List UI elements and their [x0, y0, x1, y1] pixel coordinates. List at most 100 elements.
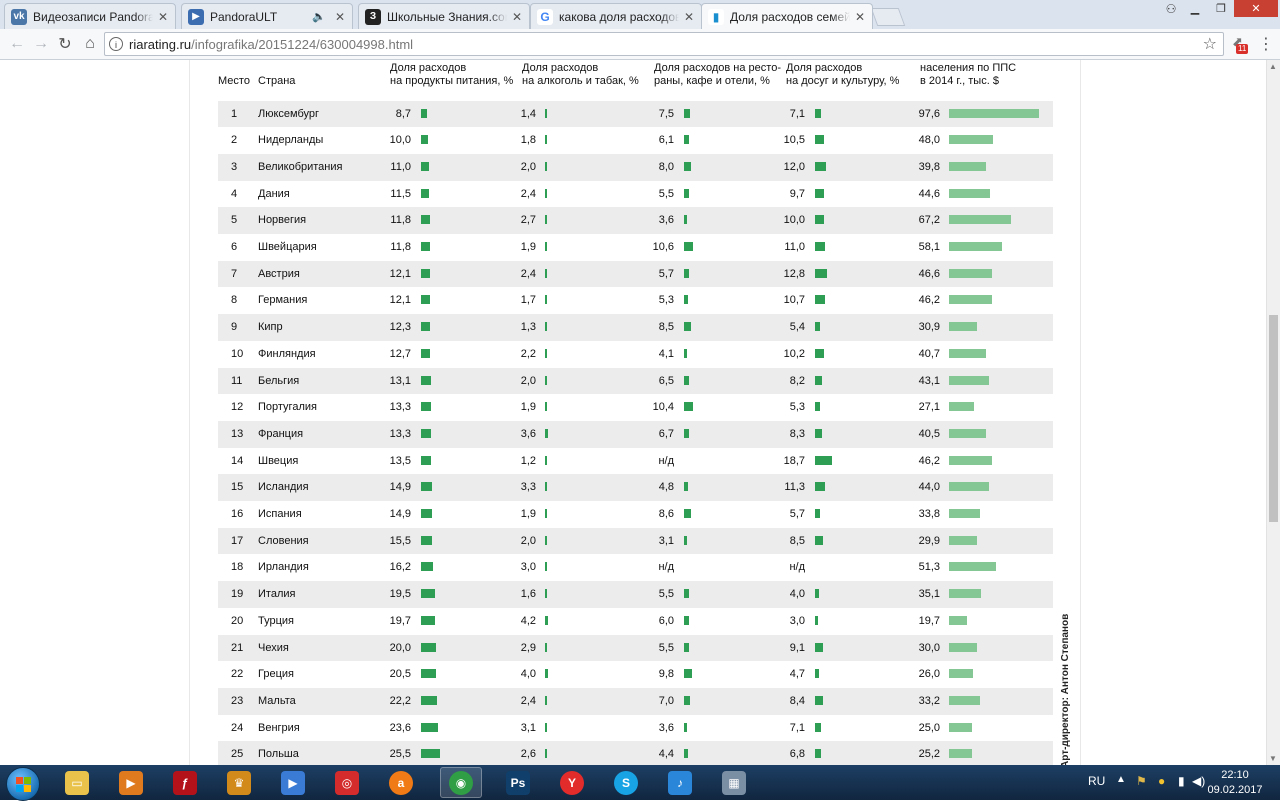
- clock[interactable]: 22:10 09.02.2017: [1205, 768, 1265, 798]
- extension-button[interactable]: ⬈ 11: [1232, 34, 1250, 54]
- bar-food: [421, 589, 436, 599]
- maximize-icon[interactable]: ❐: [1208, 0, 1234, 17]
- cell-alcohol: 2,4: [520, 187, 536, 200]
- cell-place: 17: [231, 534, 244, 547]
- taskbar-app-explorer[interactable]: ▭: [56, 767, 98, 798]
- tab-close-icon[interactable]: ✕: [334, 10, 346, 24]
- close-window-icon[interactable]: ✕: [1234, 0, 1278, 17]
- language-indicator[interactable]: RU: [1088, 774, 1105, 809]
- cell-gdp: 67,2: [918, 214, 940, 227]
- cell-country: Швеция: [258, 454, 299, 467]
- bar-leisure: [815, 749, 822, 759]
- cell-leisure: 8,2: [789, 374, 805, 387]
- url-text[interactable]: riarating.ru/infografika/20151224/630004…: [129, 37, 413, 52]
- cell-gdp: 29,9: [918, 534, 940, 547]
- bar-restaurants: [684, 215, 687, 225]
- cell-restaurants: 3,6: [658, 721, 674, 734]
- cell-restaurants: 4,1: [658, 347, 674, 360]
- bar-restaurants: [684, 509, 692, 518]
- bar-restaurants: [684, 375, 690, 385]
- cell-food: 12,3: [389, 321, 411, 334]
- cell-alcohol: 2,0: [520, 534, 536, 547]
- taskbar-app-media-player[interactable]: ▶: [110, 767, 152, 798]
- cell-restaurants: 6,0: [658, 614, 674, 627]
- start-button[interactable]: [6, 767, 40, 801]
- scroll-down-icon[interactable]: ▼: [1269, 754, 1277, 763]
- cell-restaurants: 5,7: [658, 267, 674, 280]
- cell-food: 23,6: [389, 721, 411, 734]
- bar-food: [421, 722, 439, 732]
- tab-close-icon[interactable]: ✕: [854, 10, 866, 24]
- new-tab-button[interactable]: [870, 8, 906, 26]
- cell-place: 23: [231, 694, 244, 707]
- cell-leisure: 7,1: [789, 107, 805, 120]
- tab-audio-icon[interactable]: 🔈: [312, 10, 326, 23]
- forward-icon[interactable]: →: [30, 33, 52, 55]
- table-row: 11 Бельгия 13,1 2,0 6,5 8,2 43,1: [218, 367, 1053, 395]
- taskbar-app-player[interactable]: ▶: [272, 767, 314, 798]
- music-icon: ♪: [668, 770, 692, 795]
- taskbar-app-chrome[interactable]: ◉: [440, 767, 482, 798]
- taskbar-app-skype[interactable]: S: [605, 767, 647, 798]
- taskbar-app-crown[interactable]: ♛: [218, 767, 260, 798]
- browser-tab[interactable]: Gкакова доля расходов н ✕: [530, 3, 702, 29]
- bar-leisure: [815, 642, 824, 652]
- cell-alcohol: 4,0: [520, 668, 536, 681]
- bar-food: [421, 135, 429, 145]
- tab-close-icon[interactable]: ✕: [511, 10, 523, 24]
- bar-food: [421, 428, 431, 438]
- taskbar-app-antivirus[interactable]: ◎: [326, 767, 368, 798]
- cell-leisure: 10,5: [783, 134, 805, 147]
- cell-gdp: 25,0: [918, 721, 940, 734]
- taskbar-app-flash[interactable]: ƒ: [164, 767, 206, 798]
- taskbar-app-calculator[interactable]: ▦: [713, 767, 755, 798]
- scroll-thumb[interactable]: [1269, 315, 1278, 522]
- taskbar-app-avast[interactable]: a: [380, 767, 422, 798]
- vertical-scrollbar[interactable]: ▲ ▼: [1266, 60, 1280, 765]
- volume-icon[interactable]: ◀): [1192, 774, 1205, 809]
- cell-place: 6: [231, 241, 238, 253]
- table-row: 10 Финляндия 12,7 2,2 4,1 10,2 40,7: [218, 341, 1053, 368]
- browser-tab[interactable]: ▶ PandoraULT 🔈 ✕: [181, 3, 353, 29]
- scroll-up-icon[interactable]: ▲: [1269, 62, 1277, 71]
- network-icon[interactable]: ▮: [1178, 774, 1185, 809]
- bar-restaurants: [684, 242, 693, 251]
- cell-alcohol: 1,9: [520, 241, 536, 253]
- reload-icon[interactable]: ↻: [54, 33, 76, 55]
- cell-country: Венгрия: [258, 721, 300, 734]
- browser-tab[interactable]: ▮ Доля расходов семей н ✕: [701, 3, 873, 29]
- action-center-flag-icon[interactable]: ⚑: [1136, 774, 1147, 809]
- site-info-icon[interactable]: i: [109, 37, 123, 51]
- tray-expand-icon[interactable]: ▲: [1116, 774, 1126, 809]
- taskbar-app-yandex[interactable]: Y: [551, 767, 593, 798]
- bar-restaurants: [684, 749, 688, 759]
- table-row: 13 Франция 13,3 3,6 6,7 8,3 40,5: [218, 420, 1053, 448]
- home-icon[interactable]: ⌂: [79, 33, 101, 55]
- browser-tab[interactable]: vk Видеозаписи PandoraUL ✕: [4, 3, 176, 29]
- tray-app-icon[interactable]: ●: [1158, 774, 1165, 809]
- browser-menu-icon[interactable]: ⋮: [1258, 34, 1274, 54]
- taskbar-app-music[interactable]: ♪: [659, 767, 701, 798]
- user-profile-icon[interactable]: ⚇: [1160, 2, 1182, 16]
- cell-restaurants: 7,0: [658, 694, 674, 707]
- minimize-icon[interactable]: ▁: [1182, 0, 1208, 17]
- cell-place: 9: [231, 321, 238, 334]
- cell-restaurants: 6,7: [658, 427, 674, 440]
- cell-leisure: 12,8: [783, 267, 805, 280]
- browser-tab[interactable]: З Школьные Знания.com ✕: [358, 3, 530, 29]
- cell-restaurants: 5,5: [658, 588, 674, 601]
- bar-alcohol: [545, 188, 547, 198]
- cell-gdp: 58,1: [918, 241, 940, 253]
- cell-place: 14: [231, 454, 244, 467]
- bookmark-star-icon[interactable]: ☆: [1203, 34, 1217, 54]
- cell-country: Швейцария: [258, 241, 317, 253]
- cell-food: 15,5: [389, 534, 411, 547]
- bar-leisure: [815, 615, 818, 625]
- back-icon[interactable]: ←: [6, 33, 28, 55]
- address-bar[interactable]: i riarating.ru/infografika/20151224/6300…: [104, 32, 1224, 56]
- tab-close-icon[interactable]: ✕: [157, 10, 169, 24]
- bar-alcohol: [545, 482, 548, 492]
- tab-close-icon[interactable]: ✕: [683, 10, 695, 24]
- taskbar-app-photoshop[interactable]: Ps: [497, 767, 539, 798]
- header-leisure-line1: Доля расходов: [786, 62, 863, 74]
